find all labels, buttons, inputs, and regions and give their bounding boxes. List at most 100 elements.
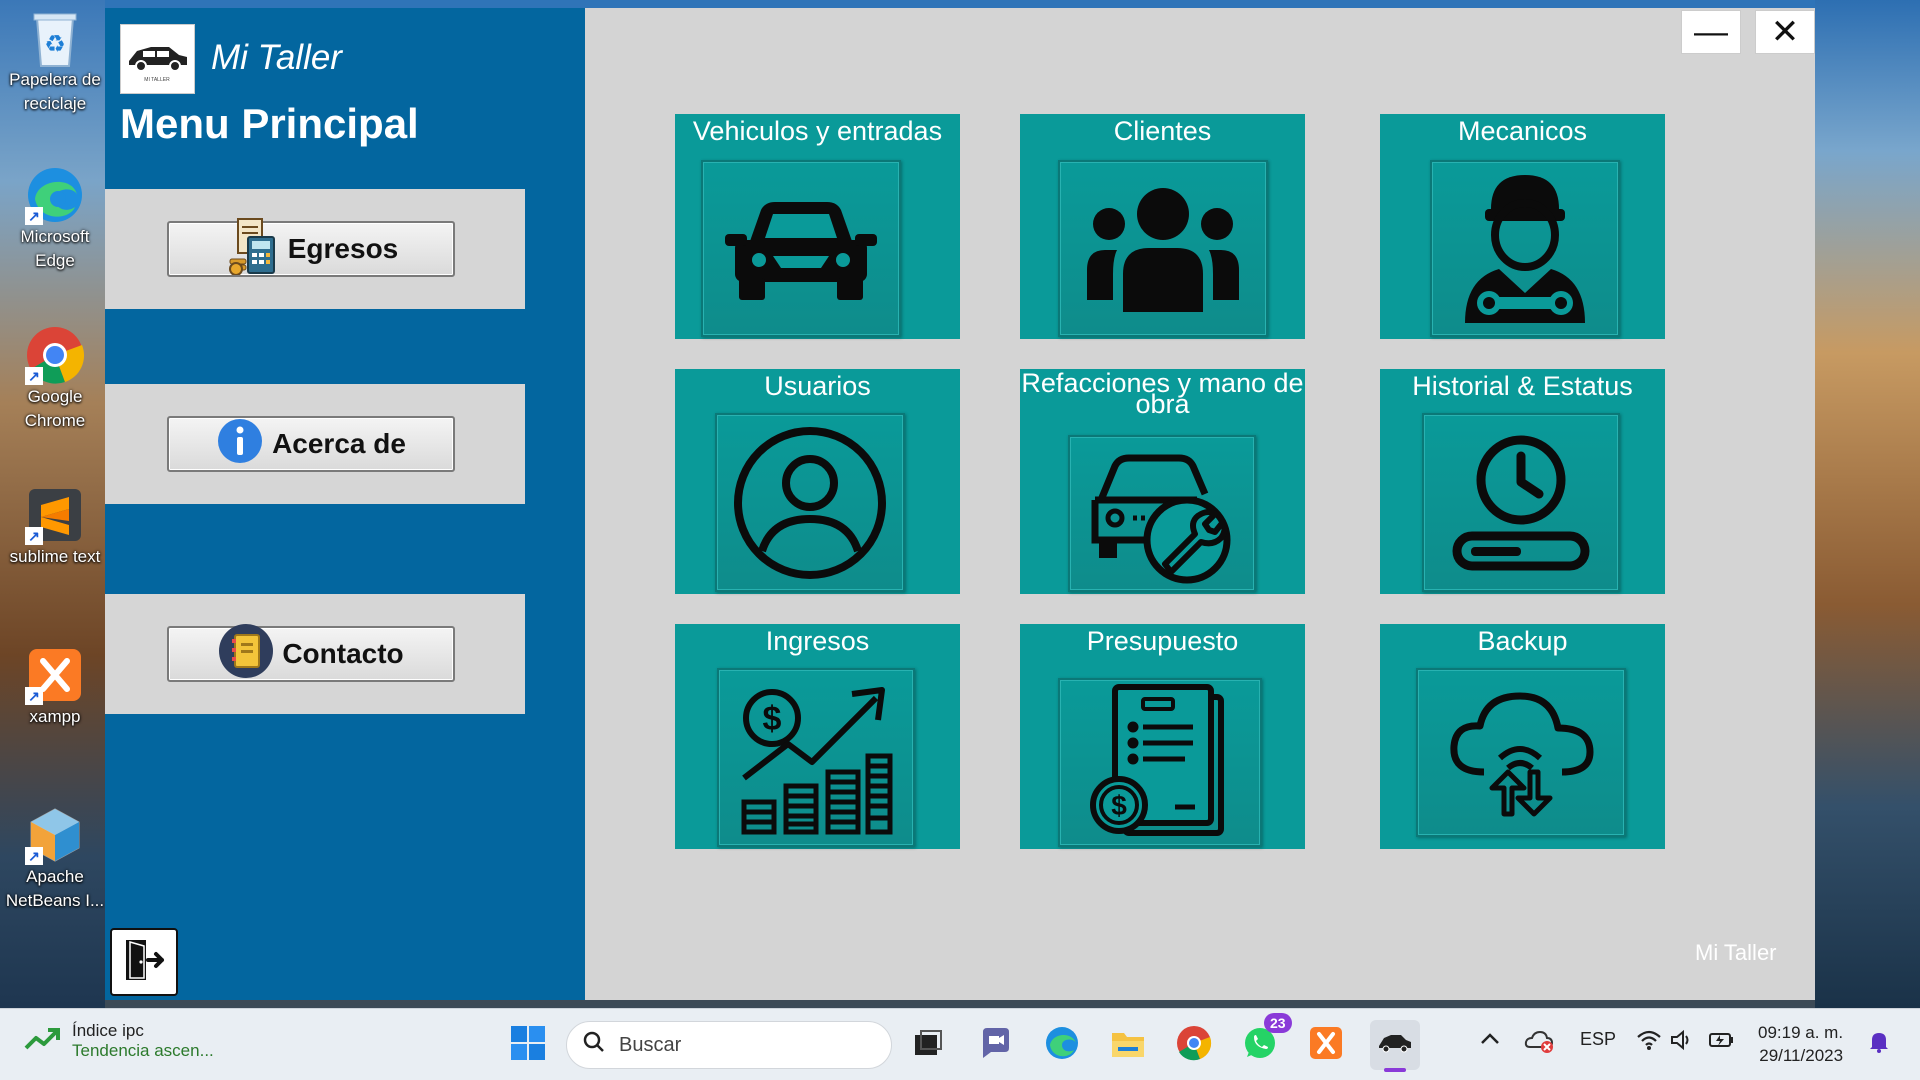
chrome-icon: [1176, 1025, 1212, 1066]
clock-date: 29/11/2023: [1759, 1046, 1844, 1065]
calculator-money-icon: [224, 217, 280, 282]
acerca-de-button[interactable]: Acerca de: [167, 416, 455, 472]
folder-icon: [1110, 1027, 1146, 1064]
clock-time: 09:19 a. m.: [1758, 1023, 1844, 1042]
tile-title: Historial & Estatus: [1412, 371, 1633, 401]
cloud-sync-icon: [1416, 668, 1626, 837]
edge-icon: ↗: [25, 165, 85, 225]
acerca-de-label: Acerca de: [272, 428, 406, 459]
taskbar-mi-taller-app[interactable]: [1370, 1020, 1420, 1072]
door-exit-icon: [120, 936, 168, 989]
tile-usuarios[interactable]: Usuarios: [675, 369, 960, 594]
mechanic-icon: [1430, 160, 1620, 337]
user-circle-icon: [715, 413, 905, 592]
svg-text:♻: ♻: [44, 31, 66, 58]
wifi-icon: [1636, 1030, 1662, 1055]
tray-onedrive[interactable]: [1524, 1029, 1554, 1058]
tile-backup[interactable]: Backup: [1380, 624, 1665, 849]
windows-logo-icon: [510, 1025, 546, 1066]
desktop-icon-label: Google Chrome: [24, 387, 86, 430]
teams-chat-icon: [979, 1026, 1013, 1065]
egresos-label: Egresos: [287, 233, 399, 264]
search-icon: [583, 1031, 605, 1059]
chevron-up-icon: [1480, 1029, 1500, 1049]
desktop-icon-label: sublime text: [9, 547, 101, 566]
minimize-button[interactable]: —: [1681, 10, 1741, 54]
stock-widget[interactable]: Índice ipc Tendencia ascen...: [24, 1021, 214, 1061]
tile-mecanicos[interactable]: Mecanicos: [1380, 114, 1665, 339]
recycle-bin-icon: ♻: [25, 8, 85, 68]
logout-button[interactable]: [110, 928, 178, 996]
taskbar-chrome[interactable]: [1172, 1023, 1216, 1067]
tray-battery[interactable]: [1708, 1029, 1736, 1056]
info-icon: [216, 417, 264, 472]
desktop-icon-netbeans[interactable]: ↗ Apache NetBeans I...: [4, 805, 106, 913]
taskbar-task-view[interactable]: [906, 1023, 950, 1067]
desktop-icon-edge[interactable]: ↗ Microsoft Edge: [4, 165, 106, 273]
edge-icon: [1044, 1025, 1080, 1066]
app-name: Mi Taller: [211, 38, 342, 77]
desktop-icon-chrome[interactable]: ↗ Google Chrome: [4, 325, 106, 433]
speaker-icon: [1670, 1029, 1694, 1055]
desktop-icon-label: xampp: [29, 707, 81, 726]
app-logo-text: MI TALLER: [144, 77, 170, 83]
tile-title: Vehiculos y entradas: [692, 116, 943, 146]
widget-subtitle: Tendencia ascen...: [72, 1041, 214, 1060]
tile-refacciones[interactable]: Refacciones y mano de obra: [1020, 369, 1305, 594]
car-wrench-icon: [1068, 435, 1256, 592]
contacto-button[interactable]: Contacto: [167, 623, 455, 682]
contacto-panel: Contacto: [105, 594, 525, 714]
tray-notifications[interactable]: [1868, 1029, 1890, 1058]
desktop-icon-xampp[interactable]: ↗ xampp: [4, 645, 106, 729]
active-app-indicator: [1384, 1068, 1406, 1072]
tray-volume[interactable]: [1670, 1029, 1694, 1056]
taskbar-whatsapp[interactable]: 23: [1238, 1013, 1292, 1067]
widget-title: Índice ipc: [72, 1021, 144, 1040]
tile-ingresos[interactable]: Ingresos $: [675, 624, 960, 849]
tile-title: Refacciones y mano de obra: [1021, 368, 1304, 419]
desktop-icon-label: Apache NetBeans I...: [5, 867, 105, 910]
clock-status-icon: [1422, 413, 1620, 592]
xampp-icon: ↗: [25, 645, 85, 705]
app-sidebar: MI TALLER Mi Taller Menu Principal Egres…: [105, 8, 585, 1000]
trend-up-icon: [24, 1026, 60, 1057]
tile-historial[interactable]: Historial & Estatus: [1380, 369, 1665, 594]
tile-title: Ingresos: [765, 626, 870, 656]
cloud-error-icon: [1524, 1030, 1554, 1057]
egresos-panel: Egresos: [105, 189, 525, 309]
tile-vehiculos[interactable]: Vehiculos y entradas: [675, 114, 960, 339]
desktop-icon-sublime[interactable]: ↗ sublime text: [4, 485, 106, 569]
desktop-icon-recycle-bin[interactable]: ♻ Papelera de reciclaje: [4, 8, 106, 116]
tray-overflow-chevron[interactable]: [1480, 1029, 1500, 1050]
taskbar-search[interactable]: Buscar: [566, 1021, 892, 1069]
tile-title: Usuarios: [764, 371, 871, 401]
chrome-icon: ↗: [25, 325, 85, 385]
taskbar-clock[interactable]: 09:19 a. m. 29/11/2023: [1758, 1021, 1843, 1067]
tile-title: Presupuesto: [1086, 626, 1239, 656]
menu-title: Menu Principal: [120, 100, 419, 147]
tray-wifi[interactable]: [1636, 1029, 1662, 1056]
tile-presupuesto[interactable]: Presupuesto $: [1020, 624, 1305, 849]
close-button[interactable]: ✕: [1755, 10, 1815, 54]
budget-document-icon: $: [1058, 678, 1262, 847]
contacto-label: Contacto: [282, 638, 404, 669]
taskbar-xampp[interactable]: [1304, 1023, 1348, 1067]
egresos-button[interactable]: Egresos: [167, 217, 455, 277]
sublime-icon: ↗: [25, 485, 85, 545]
tile-clientes[interactable]: Clientes: [1020, 114, 1305, 339]
footer-app-name: Mi Taller: [1695, 940, 1777, 965]
xampp-icon: [1308, 1025, 1344, 1066]
tray-language[interactable]: ESP: [1580, 1029, 1616, 1050]
windows-start-button[interactable]: [506, 1023, 550, 1067]
address-book-icon: [218, 623, 274, 686]
desktop-icon-label: Microsoft Edge: [20, 227, 90, 270]
svg-text:$: $: [1111, 790, 1127, 821]
battery-charging-icon: [1708, 1033, 1736, 1055]
taskbar-file-explorer[interactable]: [1106, 1023, 1150, 1067]
taskbar-teams[interactable]: [974, 1023, 1018, 1067]
desktop-icon-label: Papelera de reciclaje: [9, 70, 101, 113]
task-view-icon: [913, 1029, 943, 1062]
tile-title: Mecanicos: [1457, 116, 1588, 146]
taskbar: Índice ipc Tendencia ascen... Buscar 23 …: [0, 1008, 1920, 1080]
taskbar-edge[interactable]: [1040, 1023, 1084, 1067]
